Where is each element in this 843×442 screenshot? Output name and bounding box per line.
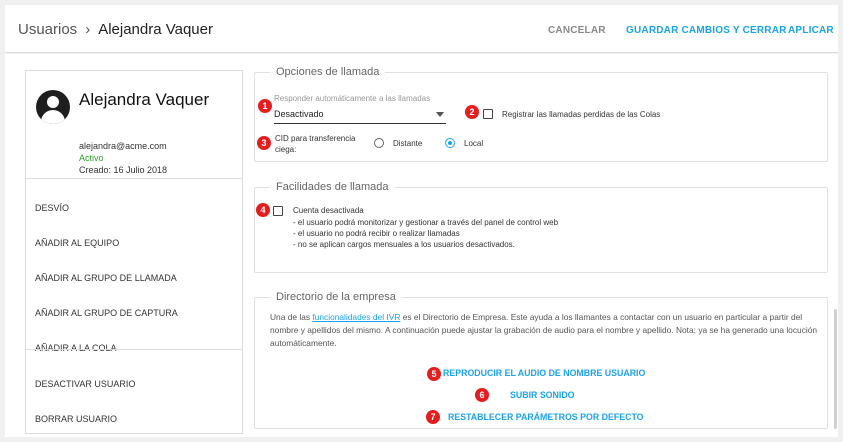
- user-profile-card: Alejandra Vaquer alejandra@acme.com Acti…: [26, 71, 242, 179]
- badge-1: 1: [258, 99, 272, 113]
- play-name-audio-button[interactable]: REPRODUCIR EL AUDIO DE NOMBRE USUARIO: [443, 368, 645, 378]
- badge-2: 2: [465, 105, 479, 119]
- account-disabled-note: - el usuario no podrá recibir o realizar…: [293, 229, 460, 238]
- company-directory-legend: Directorio de la empresa: [276, 291, 396, 303]
- call-facilities-section: Facilidades de llamada: [254, 181, 828, 273]
- account-disabled-note: - no se aplican cargos mensuales a los u…: [293, 240, 515, 249]
- account-disabled-checkbox[interactable]: [273, 206, 283, 216]
- cid-option-local-label: Local: [464, 139, 484, 148]
- menu-divider: [26, 349, 242, 350]
- user-email: alejandra@acme.com: [79, 141, 167, 151]
- cid-radio-local[interactable]: [445, 138, 455, 148]
- upload-sound-button[interactable]: SUBIR SONIDO: [510, 390, 575, 400]
- menu-item-add-to-call-group[interactable]: AÑADIR AL GRUPO DE LLAMADA: [26, 261, 242, 295]
- menu-item-add-to-pickup-group[interactable]: AÑADIR AL GRUPO DE CAPTURA: [26, 296, 242, 330]
- badge-6: 6: [475, 388, 489, 402]
- menu-item-delete-user[interactable]: BORRAR USUARIO: [26, 402, 242, 436]
- call-facilities-legend: Facilidades de llamada: [276, 181, 389, 193]
- account-disabled-label: Cuenta desactivada: [293, 206, 364, 215]
- badge-7: 7: [426, 410, 440, 424]
- badge-3: 3: [257, 136, 271, 150]
- dropdown-caret-icon: [436, 112, 444, 117]
- header-bar: Usuarios › Alejandra Vaquer CANCELAR GUARD…: [5, 5, 838, 53]
- badge-5: 5: [427, 367, 441, 381]
- menu-item-deactivate-user[interactable]: DESACTIVAR USUARIO: [26, 367, 242, 401]
- auto-answer-label: Responder automáticamente a las llamadas: [274, 94, 431, 103]
- cid-option-distant-label: Distante: [393, 139, 423, 148]
- main-content: Alejandra Vaquer alejandra@acme.com Acti…: [5, 54, 838, 437]
- menu-item-add-to-team[interactable]: AÑADIR AL EQUIPO: [26, 226, 242, 260]
- cid-label-line1: CID para transferencia: [275, 134, 356, 143]
- breadcrumb-current: Alejandra Vaquer: [98, 21, 213, 38]
- call-options-legend: Opciones de llamada: [276, 66, 380, 78]
- breadcrumb-users-link[interactable]: Usuarios: [18, 21, 77, 38]
- cancel-button[interactable]: CANCELAR: [548, 25, 606, 36]
- user-created-date: Creado: 16 Julio 2018: [79, 165, 168, 175]
- user-side-panel: Alejandra Vaquer alejandra@acme.com Acti…: [25, 70, 243, 434]
- avatar-icon: [36, 90, 70, 124]
- breadcrumb: Usuarios › Alejandra Vaquer: [18, 21, 213, 38]
- scrollbar[interactable]: [834, 309, 837, 429]
- cid-radio-distant[interactable]: [374, 138, 384, 148]
- register-missed-label: Registrar las llamadas perdidas de las C…: [502, 110, 661, 119]
- auto-answer-value: Desactivado: [274, 109, 324, 119]
- register-missed-checkbox[interactable]: [483, 109, 493, 119]
- directory-description: Una de las funcionalidades del IVR es el…: [270, 312, 818, 348]
- user-name: Alejandra Vaquer: [79, 90, 210, 109]
- cid-label-line2: ciega:: [275, 145, 297, 154]
- breadcrumb-chevron-icon: ›: [85, 21, 91, 38]
- menu-item-add-to-queue[interactable]: AÑADIR A LA COLA: [26, 331, 242, 365]
- save-and-close-button[interactable]: GUARDAR CAMBIOS Y CERRAR: [626, 25, 787, 36]
- auto-answer-select[interactable]: Desactivado: [274, 104, 446, 124]
- menu-item-forwarding[interactable]: DESVÍO: [26, 191, 242, 225]
- badge-4: 4: [256, 203, 270, 217]
- account-disabled-note: - el usuario podrá monitorizar y gestion…: [293, 218, 559, 227]
- apply-button[interactable]: APLICAR: [788, 25, 834, 36]
- reset-defaults-button[interactable]: RESTABLECER PARÁMETROS POR DEFECTO: [448, 412, 644, 422]
- ivr-features-link[interactable]: funcionalidades del IVR: [312, 312, 400, 322]
- user-status: Activo: [79, 153, 104, 163]
